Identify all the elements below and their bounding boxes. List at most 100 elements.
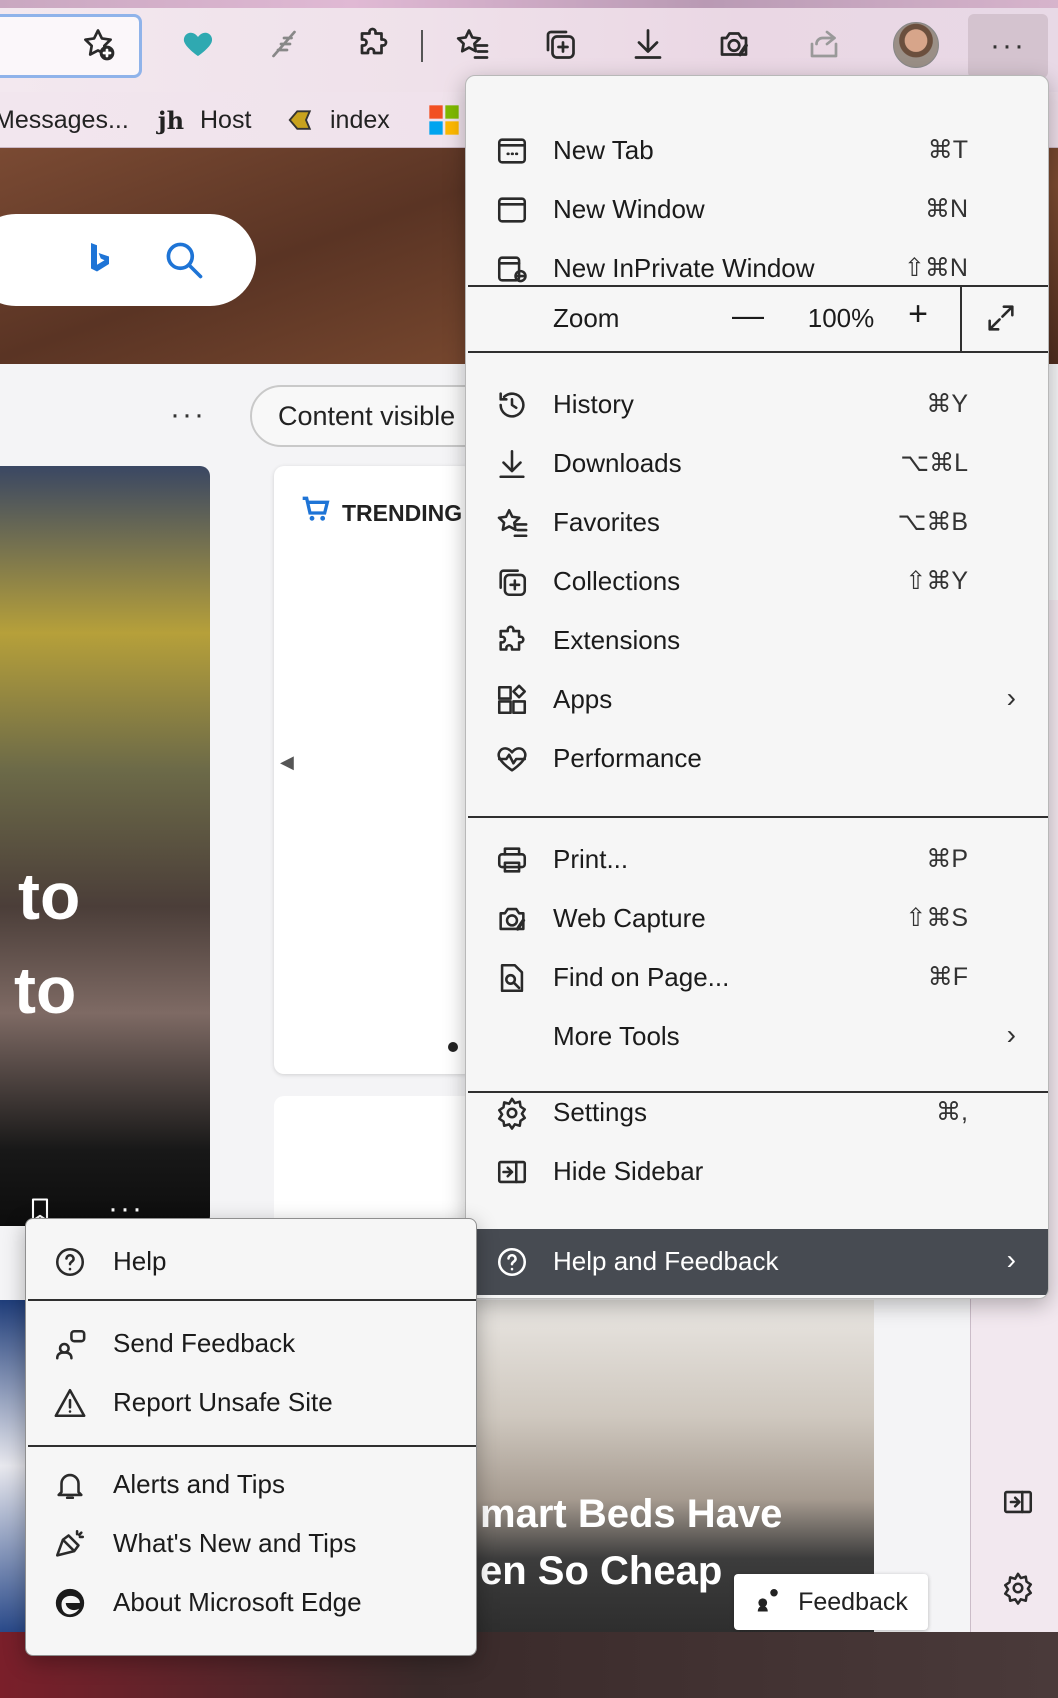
add-favorite-icon[interactable] xyxy=(76,22,120,66)
submenu-item-report-unsafe-site[interactable]: Report Unsafe Site xyxy=(26,1373,476,1433)
hide-sidebar-icon[interactable] xyxy=(996,1480,1040,1524)
print-icon xyxy=(494,842,530,878)
menu-item-favorites[interactable]: Favorites ⌥⌘B xyxy=(466,491,1048,555)
menu-item-new-window[interactable]: New Window ⌘N xyxy=(466,178,1048,242)
carousel-prev-icon[interactable]: ◀ xyxy=(280,752,294,773)
menu-item-print[interactable]: Print... ⌘P xyxy=(466,828,1048,892)
menu-item-web-capture[interactable]: Web Capture ⇧⌘S xyxy=(466,887,1048,951)
web-capture-icon xyxy=(494,901,530,937)
menu-item-new-tab[interactable]: New Tab ⌘T xyxy=(466,119,1048,183)
address-bar[interactable] xyxy=(0,14,142,78)
share-icon[interactable] xyxy=(802,22,846,66)
menu-shortcut: ⇧⌘Y xyxy=(905,567,968,595)
zoom-out-button[interactable]: — xyxy=(728,297,768,341)
menu-item-hide-sidebar[interactable]: Hide Sidebar xyxy=(466,1140,1048,1204)
web-capture-icon[interactable] xyxy=(712,22,756,66)
favorite-index[interactable]: index xyxy=(286,98,390,142)
more-button[interactable]: ··· xyxy=(968,14,1048,78)
menu-label: Extensions xyxy=(553,625,681,655)
menu-item-extensions[interactable]: Extensions xyxy=(466,609,1048,673)
menu-shortcut: ⌘T xyxy=(927,136,968,164)
menu-label: More Tools xyxy=(553,1021,680,1051)
menu-item-apps[interactable]: Apps › xyxy=(466,668,1048,732)
hide-sidebar-icon xyxy=(494,1154,530,1190)
menu-shortcut: ⌥⌘B xyxy=(897,508,968,536)
submenu-label: Send Feedback xyxy=(113,1328,296,1358)
submenu-divider xyxy=(28,1299,476,1301)
feedback-icon xyxy=(754,1584,784,1621)
menu-item-more-tools[interactable]: More Tools › xyxy=(466,1005,1048,1069)
favorites-icon[interactable] xyxy=(450,22,494,66)
menu-item-settings[interactable]: Settings ⌘, xyxy=(466,1081,1048,1145)
heart-icon[interactable] xyxy=(176,22,220,66)
carousel-dot[interactable] xyxy=(448,1042,458,1052)
apps-icon xyxy=(494,682,530,718)
submenu-item-send-feedback[interactable]: Send Feedback xyxy=(26,1314,476,1374)
profile-avatar[interactable] xyxy=(893,22,939,68)
find-icon xyxy=(494,960,530,996)
chevron-right-icon: › xyxy=(1006,1019,1016,1050)
menu-item-history[interactable]: History ⌘Y xyxy=(466,373,1048,437)
card-headline-word: to xyxy=(14,953,77,1027)
bell-icon xyxy=(52,1467,88,1503)
menu-label: Performance xyxy=(553,743,702,773)
menu-item-find-on-page[interactable]: Find on Page... ⌘F xyxy=(466,946,1048,1010)
trending-text: TRENDING xyxy=(342,499,463,526)
jh-icon: jh xyxy=(157,105,185,135)
submenu-item-about-edge[interactable]: About Microsoft Edge xyxy=(26,1573,476,1633)
microsoft-logo-icon[interactable] xyxy=(428,98,460,142)
warning-icon xyxy=(52,1385,88,1421)
search-box[interactable] xyxy=(0,214,256,306)
menu-item-help-and-feedback[interactable]: Help and Feedback › xyxy=(466,1229,1048,1295)
menu-item-downloads[interactable]: Downloads ⌥⌘L xyxy=(466,432,1048,496)
news-card-image[interactable] xyxy=(0,466,210,1226)
cart-icon xyxy=(300,493,332,533)
fullscreen-icon[interactable] xyxy=(984,301,1020,337)
menu-label: Help and Feedback xyxy=(553,1246,779,1276)
downloads-icon xyxy=(494,446,530,482)
zoom-in-button[interactable]: + xyxy=(898,295,938,339)
menu-label: Print... xyxy=(553,844,629,874)
menu-divider xyxy=(468,816,1048,818)
menu-shortcut: ⌘, xyxy=(936,1098,968,1126)
feedback-button[interactable]: Feedback xyxy=(734,1574,928,1630)
favorite-label: index xyxy=(330,105,390,134)
search-icon[interactable] xyxy=(162,238,206,287)
menu-label: Web Capture xyxy=(553,903,706,933)
submenu-item-help[interactable]: Help xyxy=(26,1232,476,1292)
index-icon xyxy=(286,105,316,135)
chevron-right-icon: › xyxy=(1006,1244,1016,1275)
page-more-button[interactable]: ··· xyxy=(170,398,206,432)
trending-card[interactable] xyxy=(274,466,474,1074)
extensions-icon[interactable] xyxy=(352,22,396,66)
settings-and-more-menu: New Tab ⌘T New Window ⌘N New InPrivate W… xyxy=(465,75,1049,1299)
new-window-icon xyxy=(494,192,530,228)
menu-label: Settings xyxy=(553,1097,647,1127)
favorite-label: Host xyxy=(200,105,252,134)
chevron-right-icon: › xyxy=(1006,682,1016,713)
sidebar-settings-icon[interactable] xyxy=(996,1566,1040,1610)
submenu-item-alerts-and-tips[interactable]: Alerts and Tips xyxy=(26,1455,476,1515)
history-icon xyxy=(494,387,530,423)
favorites-icon xyxy=(494,505,530,541)
performance-icon xyxy=(494,741,530,777)
favorite-host[interactable]: jh Host xyxy=(156,98,251,142)
menu-label: Apps xyxy=(553,684,613,714)
settings-icon xyxy=(494,1095,530,1131)
headline-line: mart Beds Have xyxy=(480,1492,783,1536)
menu-item-performance[interactable]: Performance xyxy=(466,727,1048,791)
menu-shortcut: ⌘Y xyxy=(926,390,968,418)
favorite-messages[interactable]: Messages... xyxy=(0,98,129,142)
menu-label: Hide Sidebar xyxy=(553,1156,704,1186)
submenu-divider xyxy=(28,1445,476,1447)
edge-logo-icon xyxy=(52,1585,88,1621)
menu-label: History xyxy=(553,389,634,419)
submenu-item-whats-new[interactable]: What's New and Tips xyxy=(26,1514,476,1574)
downloads-icon[interactable] xyxy=(626,22,670,66)
feather-icon[interactable] xyxy=(262,22,306,66)
collections-icon xyxy=(494,564,530,600)
toolbar-separator xyxy=(421,30,423,62)
submenu-label: Alerts and Tips xyxy=(113,1469,285,1499)
collections-icon[interactable] xyxy=(538,22,582,66)
menu-item-collections[interactable]: Collections ⇧⌘Y xyxy=(466,550,1048,614)
